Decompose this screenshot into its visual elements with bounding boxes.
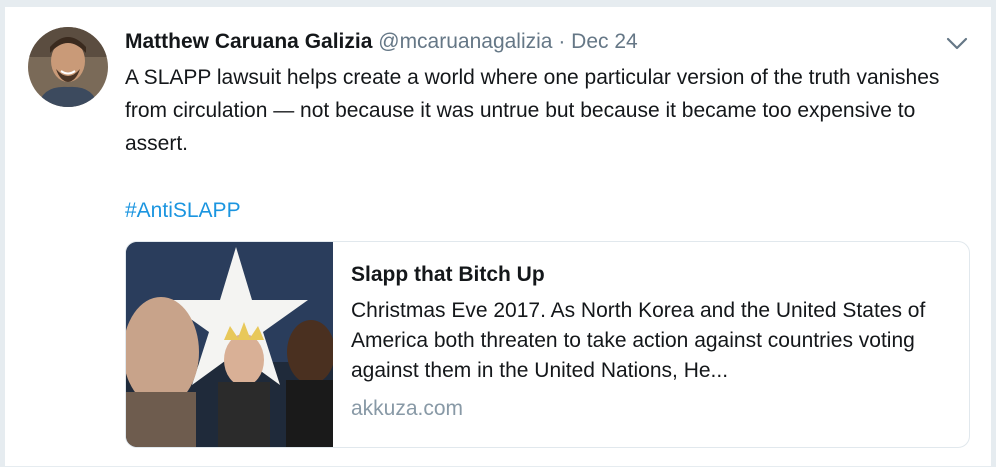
author-handle[interactable]: @mcaruanagalizia (378, 30, 552, 53)
tweet-date[interactable]: Dec 24 (571, 30, 638, 53)
chevron-down-icon[interactable] (943, 31, 971, 55)
link-card[interactable]: Slapp that Bitch Up Christmas Eve 2017. … (125, 241, 970, 448)
header-separator: · (558, 30, 566, 53)
tweet-text: A SLAPP lawsuit helps create a world whe… (125, 66, 940, 155)
author-name[interactable]: Matthew Caruana Galizia (125, 30, 372, 53)
card-title: Slapp that Bitch Up (351, 263, 545, 286)
card-domain: akkuza.com (351, 397, 464, 420)
avatar-photo (28, 27, 108, 107)
avatar[interactable] (28, 27, 108, 107)
card-body: Slapp that Bitch Up Christmas Eve 2017. … (351, 260, 956, 424)
card-image (126, 242, 333, 447)
tweet[interactable]: Matthew Caruana Galizia @mcaruanagalizia… (4, 6, 992, 467)
card-description: Christmas Eve 2017. As North Korea and t… (351, 299, 926, 382)
tweet-header: Matthew Caruana Galizia @mcaruanagalizia… (125, 27, 638, 57)
hashtag-link[interactable]: #AntiSLAPP (125, 194, 241, 227)
